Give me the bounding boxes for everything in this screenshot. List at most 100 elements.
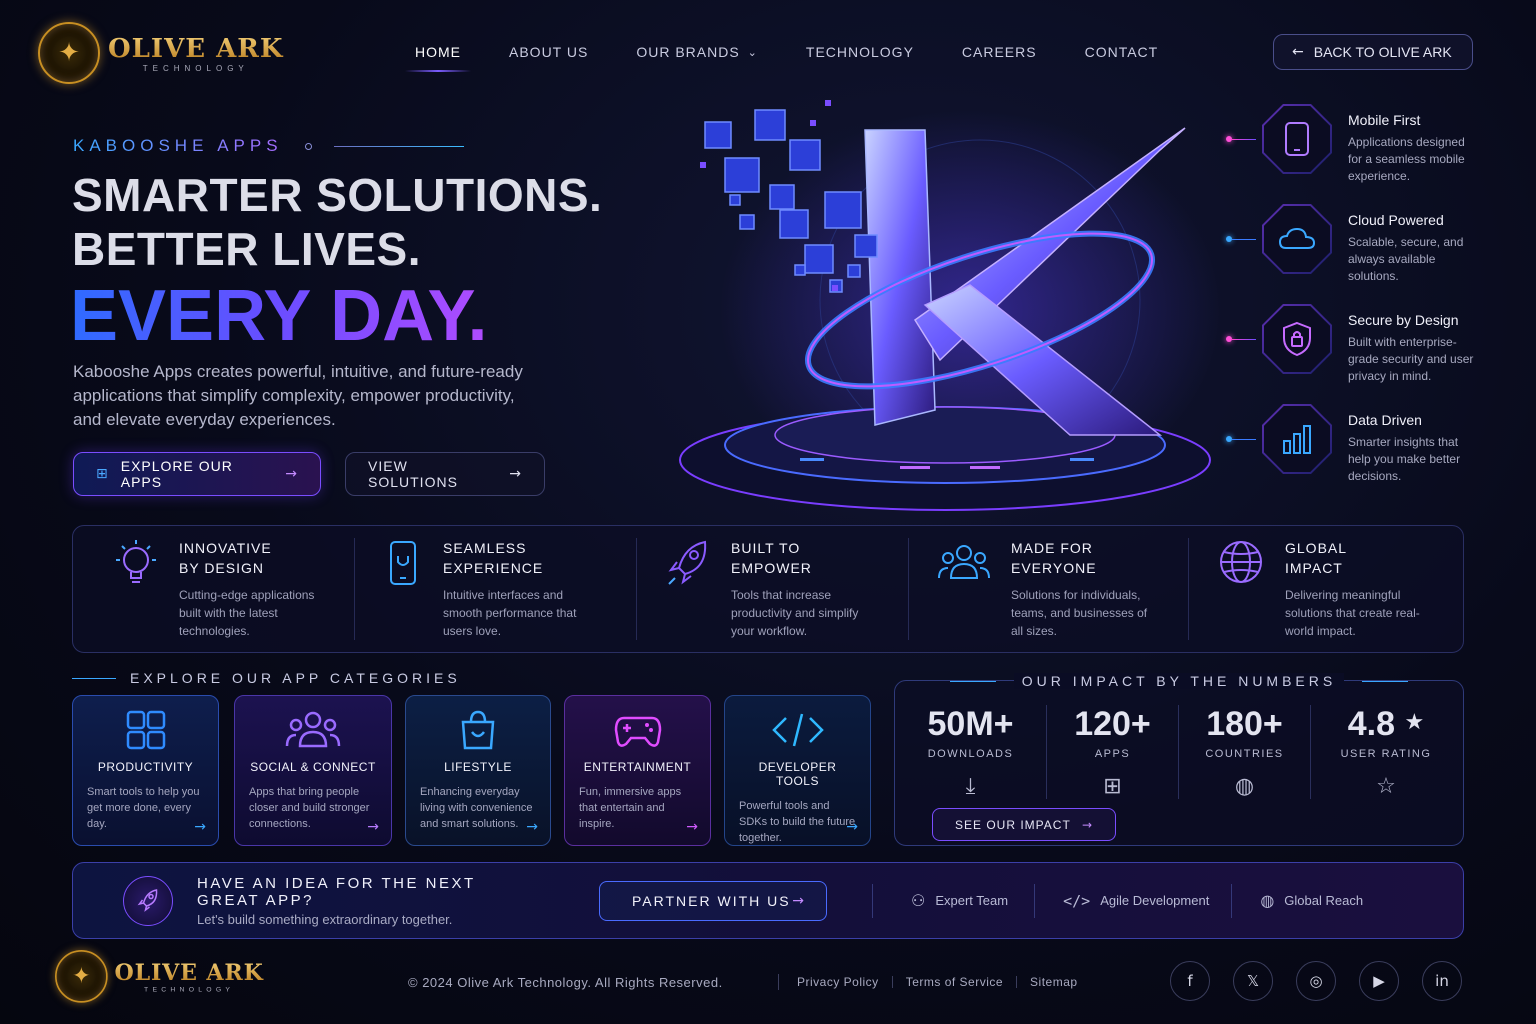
strip-title-1: SEAMLESS [443, 540, 527, 556]
category-lifestyle[interactable]: LIFESTYLE Enhancing everyday living with… [405, 695, 551, 846]
instagram-icon[interactable]: ◎ [1296, 961, 1336, 1001]
stat-number: 4.8 [1347, 705, 1396, 743]
nav-home[interactable]: HOME [391, 44, 485, 72]
category-title: DEVELOPER TOOLS [758, 760, 837, 788]
back-to-olive-ark-button[interactable]: ← BACK TO OLIVE ARK [1273, 34, 1473, 70]
brand-name: OLIVE ARK [108, 33, 284, 64]
shield-lock-icon [1262, 304, 1332, 374]
stat-label: COUNTRIES [1205, 748, 1284, 760]
strip-seamless: SEAMLESS EXPERIENCE Intuitive interfaces … [355, 538, 637, 640]
star-outline-icon: ☆ [1376, 774, 1396, 799]
see-our-impact-button[interactable]: SEE OUR IMPACT → [932, 808, 1116, 841]
view-solutions-button[interactable]: VIEW SOLUTIONS → [345, 452, 545, 496]
shopping-bag-icon [461, 710, 495, 750]
grid-icon: ⊞ [96, 466, 109, 482]
laurel-emblem-icon [55, 950, 108, 1003]
nav-technology[interactable]: TECHNOLOGY [782, 44, 938, 60]
nav-about[interactable]: ABOUT US [485, 44, 612, 60]
stat-label: USER RATING [1340, 748, 1432, 760]
feature-secure-by-design: Secure by Design Built with enterprise-g… [1226, 304, 1496, 404]
value-strip: INNOVATIVE BY DESIGN Cutting-edge applica… [72, 525, 1464, 653]
feature-title: Cloud Powered [1348, 212, 1444, 228]
hero-paragraph: Kabooshe Apps creates powerful, intuitiv… [73, 362, 523, 429]
nav-brands[interactable]: OUR BRANDS ⌄ [612, 44, 782, 60]
stat-label: APPS [1094, 748, 1131, 760]
stat-label: DOWNLOADS [927, 748, 1014, 760]
stat-apps: 120+ APPS ⊞ [1047, 705, 1179, 799]
strip-title-1: GLOBAL [1285, 540, 1348, 556]
feature-mobile-first: Mobile First Applications designed for a… [1226, 104, 1496, 204]
grid-icon: ⊞ [1103, 774, 1122, 799]
category-title: ENTERTAINMENT [583, 760, 692, 774]
cloud-icon [1262, 204, 1332, 274]
strip-title-1: BUILT TO [731, 540, 801, 556]
heading-line [949, 680, 996, 682]
category-desc: Apps that bring people closer and build … [249, 786, 370, 830]
footer-logo[interactable]: OLIVE ARK TECHNOLOGY [55, 950, 264, 1003]
arrow-right-icon: → [526, 819, 538, 835]
code-icon [771, 713, 824, 747]
category-desc: Fun, immersive apps that entertain and i… [579, 786, 682, 830]
brand-logo[interactable]: OLIVE ARK TECHNOLOGY [38, 22, 284, 84]
stat-downloads: 50M+ DOWNLOADS ⤓ [895, 705, 1047, 799]
strip-title-2: EMPOWER [731, 560, 812, 576]
main-nav: HOME ABOUT US OUR BRANDS ⌄ TECHNOLOGY CA… [391, 44, 1183, 72]
category-desc: Smart tools to help you get more done, e… [87, 786, 200, 830]
strip-title-2: EVERYONE [1011, 560, 1097, 576]
category-developer-tools[interactable]: DEVELOPER TOOLS Powerful tools and SDKs … [724, 695, 871, 846]
users-icon: ⚇ [911, 891, 926, 910]
nav-brands-label: OUR BRANDS [636, 44, 740, 60]
strip-desc: Intuitive interfaces and smooth performa… [443, 588, 577, 638]
category-social[interactable]: SOCIAL & CONNECT Apps that bring people … [234, 695, 392, 846]
category-desc: Enhancing everyday living with convenien… [420, 786, 533, 830]
hero-eyebrow: KABOOSHE APPS [73, 136, 464, 156]
connector-line [1232, 438, 1256, 440]
banner-sub: Let's build something extraordinary toge… [197, 911, 453, 927]
arrow-right-icon: → [846, 819, 858, 835]
stat-number: 120+ [1074, 705, 1151, 743]
connector-line [1232, 338, 1256, 340]
badge-agile-development: </> Agile Development [1035, 883, 1233, 918]
globe-icon [1220, 541, 1262, 583]
divider [778, 974, 779, 990]
categories-heading: EXPLORE OUR APP CATEGORIES [72, 670, 461, 686]
feature-list: Mobile First Applications designed for a… [1226, 104, 1496, 504]
arrow-right-icon: → [367, 819, 379, 835]
strip-title-1: MADE FOR [1011, 540, 1093, 556]
x-twitter-icon[interactable]: 𝕏 [1233, 961, 1273, 1001]
strip-desc: Solutions for individuals, teams, and bu… [1011, 588, 1148, 638]
rocket-icon [123, 875, 173, 926]
footer-links: Privacy Policy Terms of Service Sitemap [778, 972, 1078, 992]
stat-countries: 180+ COUNTRIES ◍ [1179, 705, 1311, 799]
nav-contact[interactable]: CONTACT [1061, 44, 1183, 60]
view-solutions-label: VIEW SOLUTIONS [368, 458, 458, 490]
facebook-icon[interactable]: f [1170, 961, 1210, 1001]
badge-expert-team: ⚇ Expert Team [873, 883, 1036, 918]
youtube-icon[interactable]: ▶ [1359, 961, 1399, 1001]
feature-desc: Built with enterprise-grade security and… [1348, 335, 1474, 383]
arrow-right-icon: → [285, 466, 298, 482]
hero-line-3: EVERY DAY. [70, 276, 488, 356]
category-title: LIFESTYLE [444, 760, 512, 774]
privacy-policy-link[interactable]: Privacy Policy [797, 975, 879, 989]
kabooshe-k-hero-illustration [679, 100, 1220, 511]
category-entertainment[interactable]: ENTERTAINMENT Fun, immersive apps that e… [564, 695, 711, 846]
impact-heading: OUR IMPACT BY THE NUMBERS [1013, 673, 1345, 689]
impact-panel: OUR IMPACT BY THE NUMBERS 50M+ DOWNLOADS… [894, 673, 1464, 846]
linkedin-icon[interactable]: in [1422, 961, 1462, 1001]
category-productivity[interactable]: PRODUCTIVITY Smart tools to help you get… [72, 695, 219, 846]
feature-cloud-powered: Cloud Powered Scalable, secure, and alwa… [1226, 204, 1496, 304]
partner-with-us-button[interactable]: PARTNER WITH US → [599, 880, 827, 921]
sitemap-link[interactable]: Sitemap [1030, 975, 1078, 989]
category-desc: Powerful tools and SDKs to build the fut… [739, 800, 856, 844]
strip-title-2: EXPERIENCE [443, 560, 544, 576]
divider [891, 976, 893, 988]
strip-global: GLOBAL IMPACT Delivering meaningful solut… [1189, 538, 1459, 640]
strip-desc: Delivering meaningful solutions that cre… [1285, 588, 1420, 638]
terms-link[interactable]: Terms of Service [906, 975, 1003, 989]
explore-apps-button[interactable]: ⊞ EXPLORE OUR APPS → [73, 452, 321, 496]
nav-careers[interactable]: CAREERS [938, 44, 1061, 60]
category-title: SOCIAL & CONNECT [250, 760, 376, 774]
stat-number: 50M+ [927, 705, 1014, 743]
heading-line [1362, 680, 1409, 682]
